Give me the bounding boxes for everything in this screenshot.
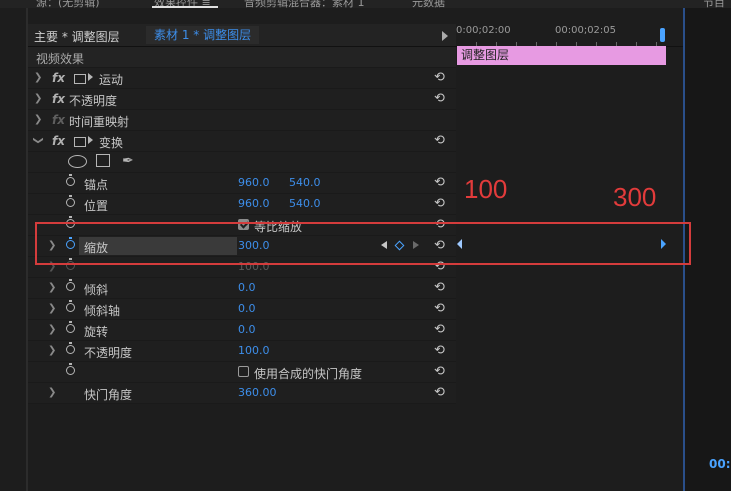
opacity-value[interactable]: 100.0 [238, 344, 270, 357]
reset-icon[interactable]: ⟲ [434, 133, 445, 148]
effect-row-time-remap[interactable]: ❯ fx 时间重映射 [28, 110, 456, 131]
chevron-right-icon[interactable]: ❯ [34, 93, 42, 104]
property-label-opacity: 不透明度 [84, 346, 133, 360]
top-tab-bar: 源：(无剪辑) 效果控件 ≡ 音频剪辑混合器：素材 1 元数据 节目 [0, 0, 731, 10]
active-tab-underline [152, 6, 218, 8]
master-clip-tab[interactable]: 主要 * 调整图层 [34, 28, 120, 45]
property-label-skew-axis: 倾斜轴 [84, 304, 121, 318]
playhead-indicator[interactable] [660, 28, 665, 42]
reset-icon[interactable]: ⟲ [434, 385, 445, 400]
property-row-skew-axis[interactable]: ❯ 倾斜轴 0.0 ⟲ [28, 299, 456, 320]
skew-value[interactable]: 0.0 [238, 281, 256, 294]
program-timecode: 00: [709, 457, 731, 471]
reset-icon[interactable]: ⟲ [434, 196, 445, 211]
property-row-shutter-angle[interactable]: ❯ 快门角度 360.00 ⟲ [28, 383, 456, 404]
video-effects-header: 视频效果 [28, 47, 456, 68]
chevron-right-icon[interactable]: ❯ [48, 345, 56, 356]
ellipse-mask-icon[interactable] [68, 155, 87, 168]
stopwatch-icon[interactable] [66, 342, 75, 354]
tab-audio-clip-mixer[interactable]: 音频剪辑混合器：素材 1 [244, 0, 365, 10]
timeline-clip[interactable]: 调整图层 [457, 46, 666, 65]
use-comp-shutter-checkbox[interactable] [238, 366, 249, 377]
property-label-anchor: 锚点 [84, 178, 109, 192]
skew-axis-value[interactable]: 0.0 [238, 302, 256, 315]
stopwatch-icon[interactable] [66, 174, 75, 186]
property-label-skew: 倾斜 [84, 283, 109, 297]
reset-icon[interactable]: ⟲ [434, 91, 445, 106]
stopwatch-icon[interactable] [66, 321, 75, 333]
chevron-right-icon[interactable]: ❯ [34, 114, 42, 125]
property-row-position[interactable]: 位置 960.0 540.0 ⟲ [28, 194, 456, 215]
shutter-angle-value[interactable]: 360.00 [238, 386, 277, 399]
effect-label-time-remap: 时间重映射 [69, 115, 130, 129]
annotation-left: 100 [464, 174, 508, 204]
position-x-value[interactable]: 960.0 [238, 197, 270, 210]
rotation-value[interactable]: 0.0 [238, 323, 256, 336]
use-comp-shutter-label: 使用合成的快门角度 [254, 367, 363, 381]
video-effects-label: 视频效果 [36, 52, 85, 66]
reset-icon[interactable]: ⟲ [434, 175, 445, 190]
tab-metadata[interactable]: 元数据 [412, 0, 445, 10]
property-row-anchor[interactable]: 锚点 960.0 540.0 ⟲ [28, 173, 456, 194]
chevron-down-icon[interactable]: ❯ [33, 136, 44, 144]
play-icon[interactable] [442, 31, 448, 41]
position-y-value[interactable]: 540.0 [289, 197, 321, 210]
reset-icon[interactable]: ⟲ [434, 364, 445, 379]
anchor-x-value[interactable]: 960.0 [238, 176, 270, 189]
mask-tools-row: ✒ [28, 152, 456, 173]
reset-icon[interactable]: ⟲ [434, 322, 445, 337]
fx-icon[interactable]: fx [52, 92, 65, 106]
effect-row-opacity[interactable]: ❯ fx 不透明度 ⟲ [28, 89, 456, 110]
program-monitor-area [685, 8, 731, 491]
timecode-label: 0:00;02:00 [456, 25, 511, 36]
stopwatch-icon[interactable] [66, 195, 75, 207]
property-label-rotation: 旋转 [84, 325, 109, 339]
effect-label-transform: 变换 [99, 136, 124, 150]
tab-effect-controls[interactable]: 效果控件 ≡ [154, 0, 211, 10]
stopwatch-icon[interactable] [66, 363, 75, 375]
tab-source[interactable]: 源：(无剪辑) [36, 0, 100, 10]
reset-icon[interactable]: ⟲ [434, 280, 445, 295]
stopwatch-icon[interactable] [66, 300, 75, 312]
chevron-right-icon[interactable]: ❯ [48, 324, 56, 335]
motion-box-icon [74, 74, 86, 84]
annotation-right: 300 [613, 182, 657, 212]
fx-icon[interactable]: fx [52, 134, 65, 148]
timeline-ruler[interactable]: 0:00;02:00 00:00;02:05 [456, 24, 683, 47]
reset-icon[interactable]: ⟲ [434, 301, 445, 316]
fx-icon[interactable]: fx [52, 71, 65, 85]
chevron-right-icon[interactable]: ❯ [48, 282, 56, 293]
fx-icon: fx [52, 113, 65, 127]
property-row-rotation[interactable]: ❯ 旋转 0.0 ⟲ [28, 320, 456, 341]
chevron-right-icon[interactable]: ❯ [48, 303, 56, 314]
reset-icon[interactable]: ⟲ [434, 343, 445, 358]
pen-mask-icon[interactable]: ✒ [122, 153, 134, 169]
property-label-shutter-angle: 快门角度 [84, 388, 133, 402]
anchor-y-value[interactable]: 540.0 [289, 176, 321, 189]
reset-icon[interactable]: ⟲ [434, 70, 445, 85]
motion-arrow-icon [88, 73, 93, 81]
chevron-right-icon[interactable]: ❯ [34, 72, 42, 83]
effect-row-motion[interactable]: ❯ fx 运动 ⟲ [28, 68, 456, 89]
annotation-highlight-box [35, 222, 691, 265]
property-row-opacity[interactable]: ❯ 不透明度 100.0 ⟲ [28, 341, 456, 362]
property-row-comp-shutter[interactable]: 使用合成的快门角度 ⟲ [28, 362, 456, 383]
property-row-skew[interactable]: ❯ 倾斜 0.0 ⟲ [28, 278, 456, 299]
sequence-clip-tab[interactable]: 素材 1 * 调整图层 [146, 26, 260, 44]
motion-box-icon [74, 137, 86, 147]
stopwatch-icon[interactable] [66, 279, 75, 291]
property-label-position: 位置 [84, 199, 109, 213]
chevron-right-icon[interactable]: ❯ [48, 387, 56, 398]
motion-arrow-icon [88, 136, 93, 144]
rectangle-mask-icon[interactable] [96, 154, 110, 167]
timecode-label: 00:00;02:05 [555, 25, 617, 36]
effect-row-transform[interactable]: ❯ fx 变换 ⟲ [28, 131, 456, 152]
effect-label-opacity: 不透明度 [69, 94, 118, 108]
effect-label-motion: 运动 [99, 73, 124, 87]
